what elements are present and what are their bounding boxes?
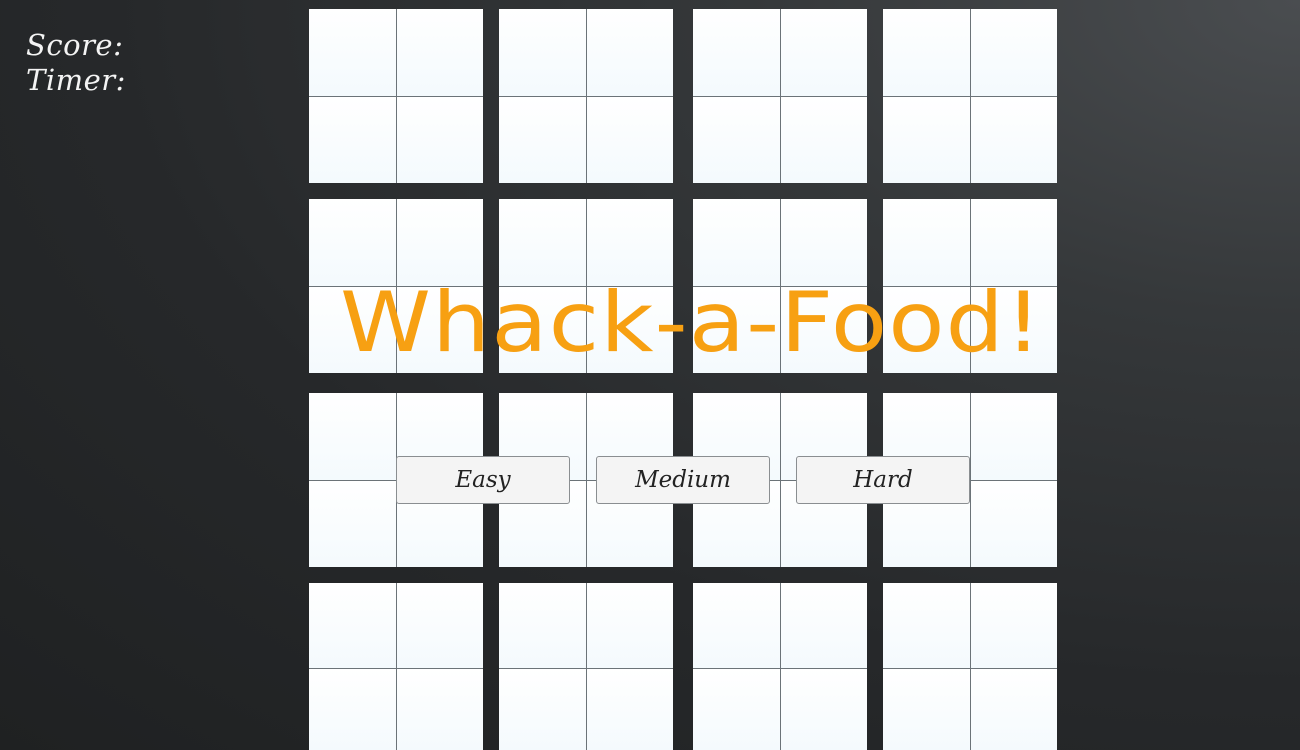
hud: Score: Timer: [26,28,126,98]
mole-hole[interactable] [883,583,1057,750]
mole-hole[interactable] [693,9,867,183]
game-board [309,9,1057,750]
mole-hole[interactable] [883,9,1057,183]
game-title: Whack-a-Food! [340,274,1043,371]
score-label: Score: [26,28,124,62]
mole-hole[interactable] [499,9,673,183]
easy-button[interactable]: Easy [396,456,570,504]
mole-hole[interactable] [309,9,483,183]
mole-hole[interactable] [499,583,673,750]
medium-button[interactable]: Medium [596,456,770,504]
hard-button[interactable]: Hard [796,456,970,504]
mole-hole[interactable] [693,583,867,750]
mole-hole[interactable] [309,583,483,750]
timer-label: Timer: [26,63,126,97]
